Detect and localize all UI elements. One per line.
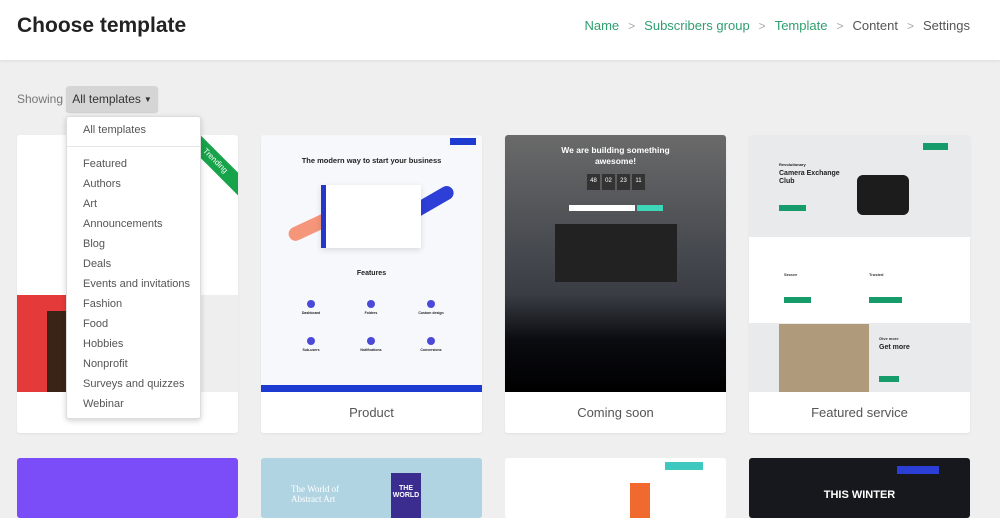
template-card-product[interactable]: The modern way to start your business Fe… — [261, 135, 482, 433]
menu-item-events[interactable]: Events and invitations — [67, 274, 200, 294]
thumb-headline: The modern way to start your business — [301, 156, 442, 165]
breadcrumb-name[interactable]: Name — [584, 18, 619, 33]
thumb-headline: THIS WINTER — [823, 489, 896, 501]
template-card[interactable] — [17, 458, 238, 518]
thumb-headline2: Get more — [879, 344, 910, 351]
thumb-kicker2: Give more — [879, 336, 899, 341]
breadcrumb-template[interactable]: Template — [775, 18, 828, 33]
template-card-featured-service[interactable]: Revolutionary Camera Exchange Club Secur… — [749, 135, 970, 433]
template-filter-menu: All templates Featured Authors Art Annou… — [66, 116, 201, 419]
menu-item-featured[interactable]: Featured — [67, 154, 200, 174]
thumb-book: THE WORLD — [391, 473, 421, 518]
menu-item-authors[interactable]: Authors — [67, 174, 200, 194]
menu-item-hobbies[interactable]: Hobbies — [67, 334, 200, 354]
breadcrumb-settings: Settings — [923, 18, 970, 33]
menu-item-fashion[interactable]: Fashion — [67, 294, 200, 314]
thumb-section: Features — [356, 270, 387, 277]
feature-label: Folders — [364, 311, 378, 315]
thumb-headline: Camera Exchange Club — [779, 170, 840, 185]
header: Choose template Name > Subscribers group >… — [0, 0, 1000, 60]
showing-label: Showing — [17, 92, 64, 106]
template-filter-dropdown[interactable]: All templates ▼ — [66, 86, 158, 112]
breadcrumb-subscribers-group[interactable]: Subscribers group — [644, 18, 750, 33]
template-name: Coming soon — [577, 405, 654, 420]
template-thumbnail: We are building something awesome! 48 02… — [505, 135, 726, 392]
template-card[interactable]: THIS WINTER — [749, 458, 970, 518]
menu-item-nonprofit[interactable]: Nonprofit — [67, 354, 200, 374]
menu-item-announcements[interactable]: Announcements — [67, 214, 200, 234]
menu-item-surveys[interactable]: Surveys and quizzes — [67, 374, 200, 394]
chevron-right-icon: > — [628, 18, 636, 33]
menu-item-art[interactable]: Art — [67, 194, 200, 214]
template-thumbnail: The modern way to start your business Fe… — [261, 135, 482, 392]
template-card[interactable] — [505, 458, 726, 518]
thumb-headline: The World of Abstract Art — [291, 484, 340, 504]
countdown-days: 48 — [587, 174, 600, 190]
template-thumbnail: Revolutionary Camera Exchange Club Secur… — [749, 135, 970, 392]
feature-label: Dashboard — [301, 311, 321, 315]
template-name: Product — [349, 405, 394, 420]
menu-item-deals[interactable]: Deals — [67, 254, 200, 274]
countdown-hours: 02 — [602, 174, 615, 190]
chevron-right-icon: > — [907, 18, 915, 33]
feature-label: Trusted — [869, 272, 884, 277]
menu-item-webinar[interactable]: Webinar — [67, 394, 200, 414]
menu-item-food[interactable]: Food — [67, 314, 200, 334]
menu-item-blog[interactable]: Blog — [67, 234, 200, 254]
countdown-minutes: 23 — [617, 174, 630, 190]
thumb-kicker: Revolutionary — [779, 162, 806, 167]
chevron-right-icon: > — [758, 18, 766, 33]
template-name: Featured service — [811, 405, 908, 420]
feature-label: Sub-users — [302, 348, 320, 352]
thumb-headline: We are building something awesome! — [561, 145, 670, 166]
breadcrumb: Name > Subscribers group > Template > Conte… — [584, 18, 970, 33]
template-card[interactable]: The World of Abstract Art THE WORLD — [261, 458, 482, 518]
menu-item-all-templates[interactable]: All templates — [67, 120, 200, 140]
menu-divider — [67, 146, 200, 147]
chevron-right-icon: > — [836, 18, 844, 33]
feature-label: Notifications — [360, 348, 382, 352]
template-card-coming-soon[interactable]: We are building something awesome! 48 02… — [505, 135, 726, 433]
caret-down-icon: ▼ — [143, 94, 152, 104]
page-title: Choose template — [17, 14, 187, 37]
feature-label: Conversions — [420, 348, 442, 352]
breadcrumb-content: Content — [852, 18, 898, 33]
feature-label: Custom design — [418, 311, 444, 315]
dropdown-value: All templates — [72, 92, 141, 106]
feature-label: Secure — [784, 272, 798, 277]
countdown-seconds: 11 — [632, 174, 645, 190]
